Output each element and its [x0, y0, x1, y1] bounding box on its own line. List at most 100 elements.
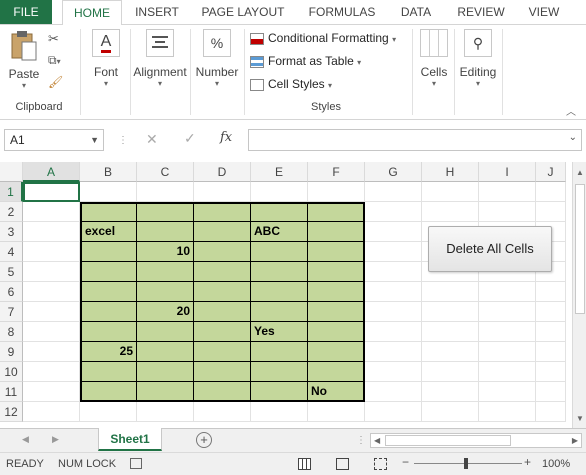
prev-sheet-icon[interactable]: ◀ [22, 434, 29, 445]
zoom-level[interactable]: 100% [542, 458, 570, 470]
cell-f9[interactable] [308, 342, 365, 362]
enter-icon[interactable]: ✓ [184, 130, 196, 147]
cell-d8[interactable] [194, 322, 251, 342]
cell-g11[interactable] [365, 382, 422, 402]
cell-d6[interactable] [194, 282, 251, 302]
cell-f2[interactable] [308, 202, 365, 222]
scroll-left-icon[interactable]: ◀ [374, 436, 380, 445]
cell-f10[interactable] [308, 362, 365, 382]
cancel-icon[interactable]: ✕ [146, 131, 158, 148]
cell-h12[interactable] [422, 402, 479, 422]
next-sheet-icon[interactable]: ▶ [52, 434, 59, 445]
zoom-in-icon[interactable]: + [524, 455, 531, 469]
tab-page-layout[interactable]: PAGE LAYOUT [196, 0, 290, 24]
column-header[interactable]: D [194, 162, 251, 182]
normal-view-icon[interactable] [298, 458, 311, 470]
cell-c7[interactable]: 20 [137, 302, 194, 322]
cells-button[interactable]: Cells ▾ [416, 29, 452, 88]
zoom-out-icon[interactable]: − [402, 455, 409, 469]
tab-insert[interactable]: INSERT [130, 0, 184, 24]
cell-a10[interactable] [23, 362, 80, 382]
cell-i12[interactable] [479, 402, 536, 422]
row-header[interactable]: 12 [0, 402, 23, 422]
row-header[interactable]: 9 [0, 342, 23, 362]
zoom-slider[interactable] [414, 458, 522, 469]
cell-c8[interactable] [137, 322, 194, 342]
page-layout-view-icon[interactable] [336, 458, 349, 470]
cell-f6[interactable] [308, 282, 365, 302]
vertical-scrollbar[interactable]: ▲ ▼ [572, 162, 586, 428]
cell-h11[interactable] [422, 382, 479, 402]
select-all-corner[interactable] [0, 162, 23, 182]
cell-d11[interactable] [194, 382, 251, 402]
font-button[interactable]: A Font ▾ [88, 29, 124, 88]
scroll-right-icon[interactable]: ▶ [572, 436, 578, 445]
cell-i1[interactable] [479, 182, 536, 202]
cell-i9[interactable] [479, 342, 536, 362]
cell-b11[interactable] [80, 382, 137, 402]
scroll-up-icon[interactable]: ▲ [576, 168, 584, 177]
cell-h6[interactable] [422, 282, 479, 302]
cell-i11[interactable] [479, 382, 536, 402]
cell-c4[interactable]: 10 [137, 242, 194, 262]
cell-b12[interactable] [80, 402, 137, 422]
cell-c2[interactable] [137, 202, 194, 222]
column-header[interactable]: J [536, 162, 566, 182]
cell-d9[interactable] [194, 342, 251, 362]
cut-icon[interactable]: ✂ [48, 31, 59, 47]
cell-g7[interactable] [365, 302, 422, 322]
cell-c11[interactable] [137, 382, 194, 402]
cell-j6[interactable] [536, 282, 566, 302]
cell-e4[interactable] [251, 242, 308, 262]
cell-b10[interactable] [80, 362, 137, 382]
cell-a6[interactable] [23, 282, 80, 302]
zoom-slider-thumb[interactable] [464, 458, 468, 469]
vertical-scroll-thumb[interactable] [575, 184, 585, 314]
add-sheet-icon[interactable]: + [196, 432, 212, 448]
cell-j8[interactable] [536, 322, 566, 342]
cell-c10[interactable] [137, 362, 194, 382]
tab-data[interactable]: DATA [394, 0, 438, 24]
scroll-down-icon[interactable]: ▼ [576, 414, 584, 423]
cell-g4[interactable] [365, 242, 422, 262]
cell-d3[interactable] [194, 222, 251, 242]
cell-b2[interactable] [80, 202, 137, 222]
cell-a3[interactable] [23, 222, 80, 242]
cell-a12[interactable] [23, 402, 80, 422]
cell-c3[interactable] [137, 222, 194, 242]
cell-b8[interactable] [80, 322, 137, 342]
conditional-formatting-button[interactable]: Conditional Formatting ▾ [250, 31, 396, 45]
cell-i6[interactable] [479, 282, 536, 302]
cell-e8[interactable]: Yes [251, 322, 308, 342]
cell-c6[interactable] [137, 282, 194, 302]
cell-d7[interactable] [194, 302, 251, 322]
column-header[interactable]: E [251, 162, 308, 182]
paste-button[interactable]: Paste ▾ [4, 29, 44, 91]
horizontal-scrollbar[interactable]: ◀ ▶ [370, 433, 582, 448]
cell-j7[interactable] [536, 302, 566, 322]
cell-j1[interactable] [536, 182, 566, 202]
cell-f12[interactable] [308, 402, 365, 422]
format-as-table-button[interactable]: Format as Table ▾ [250, 54, 361, 68]
cell-a7[interactable] [23, 302, 80, 322]
cell-b3[interactable]: excel [80, 222, 137, 242]
alignment-button[interactable]: Alignment ▾ [132, 29, 188, 88]
cell-e5[interactable] [251, 262, 308, 282]
row-header[interactable]: 11 [0, 382, 23, 402]
row-header[interactable]: 5 [0, 262, 23, 282]
formula-input[interactable]: ⌄ [248, 129, 582, 151]
cell-c1[interactable] [137, 182, 194, 202]
cell-h7[interactable] [422, 302, 479, 322]
column-header[interactable]: G [365, 162, 422, 182]
cell-f4[interactable] [308, 242, 365, 262]
tab-file[interactable]: FILE [0, 0, 52, 24]
cell-g3[interactable] [365, 222, 422, 242]
cell-a8[interactable] [23, 322, 80, 342]
cell-a11[interactable] [23, 382, 80, 402]
drag-handle-icon[interactable]: ⋮ [356, 435, 366, 446]
format-painter-icon[interactable]: 🖌 [48, 75, 63, 89]
cell-d1[interactable] [194, 182, 251, 202]
cell-j2[interactable] [536, 202, 566, 222]
tab-review[interactable]: REVIEW [452, 0, 510, 24]
cell-b5[interactable] [80, 262, 137, 282]
